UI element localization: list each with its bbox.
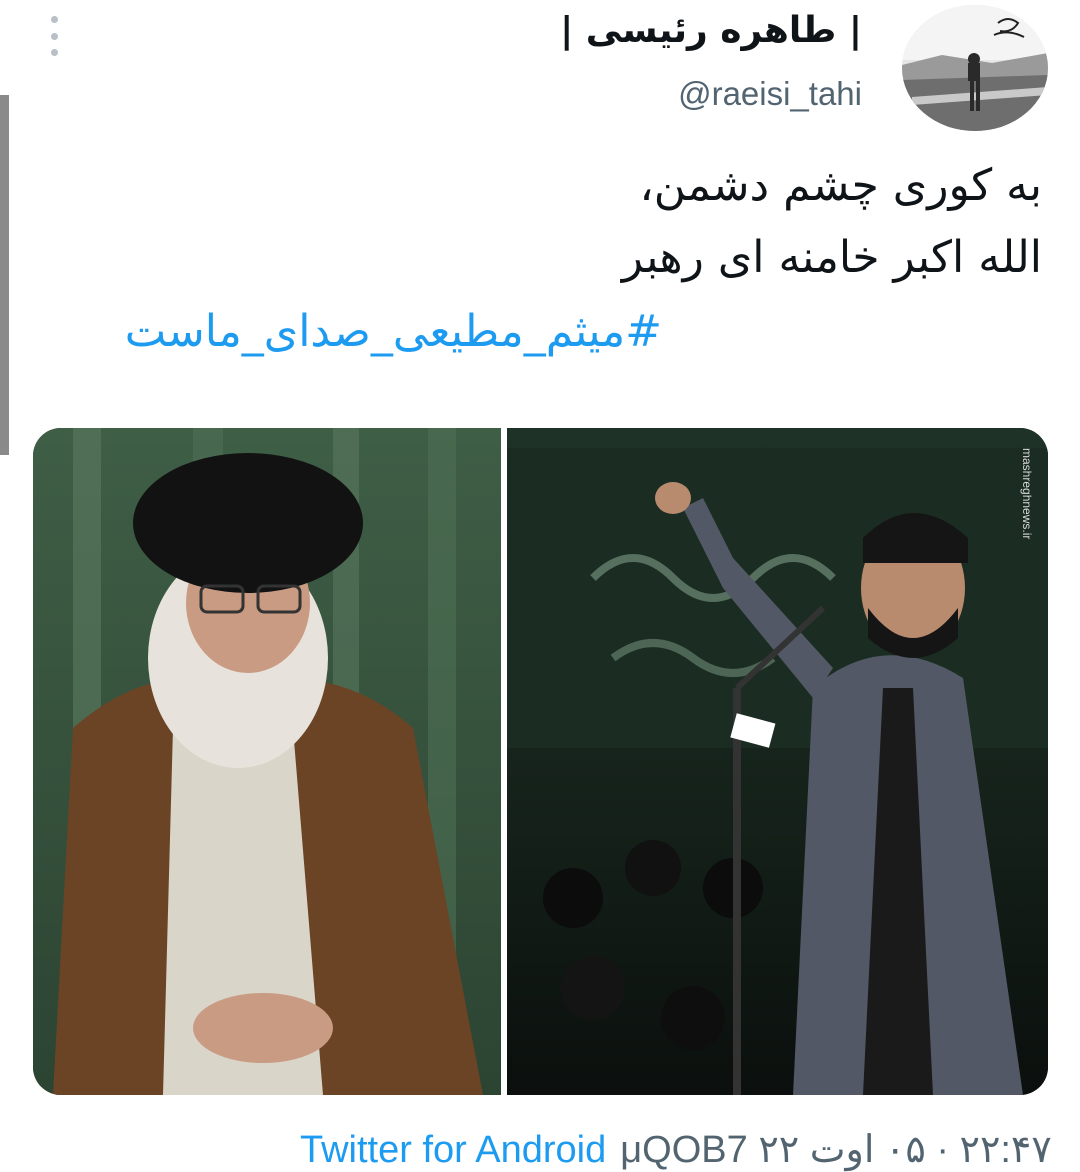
hashtag-link[interactable]: #میثم_مطیعی_صدای_ماست [125,306,662,357]
display-name[interactable]: | طاهره رئیسی | [560,10,862,51]
tweet-timestamp: ۲۲:۴۷ · ۰۵ اوت ۲۲ μQOB7 [620,1129,1052,1171]
tweet-text: به کوری چشم دشمن، الله اکبر خامنه ای رهب… [282,150,1042,294]
media-watermark: mashreghnews.ir [1020,448,1034,539]
tweet-media-image[interactable]: mashreghnews.ir [33,428,1048,1095]
tweet-text-line: الله اکبر خامنه ای رهبر [621,232,1042,283]
tweet-text-line: به کوری چشم دشمن، [639,160,1043,211]
user-handle[interactable]: @raeisi_tahi [678,75,862,113]
scroll-indicator [0,95,9,455]
more-vertical-icon[interactable] [46,16,62,56]
avatar[interactable] [902,5,1048,131]
source-link[interactable]: Twitter for Android [300,1129,606,1172]
tweet-metadata: Twitter for Android ۲۲:۴۷ · ۰۵ اوت ۲۲ μQ… [300,1127,1052,1172]
